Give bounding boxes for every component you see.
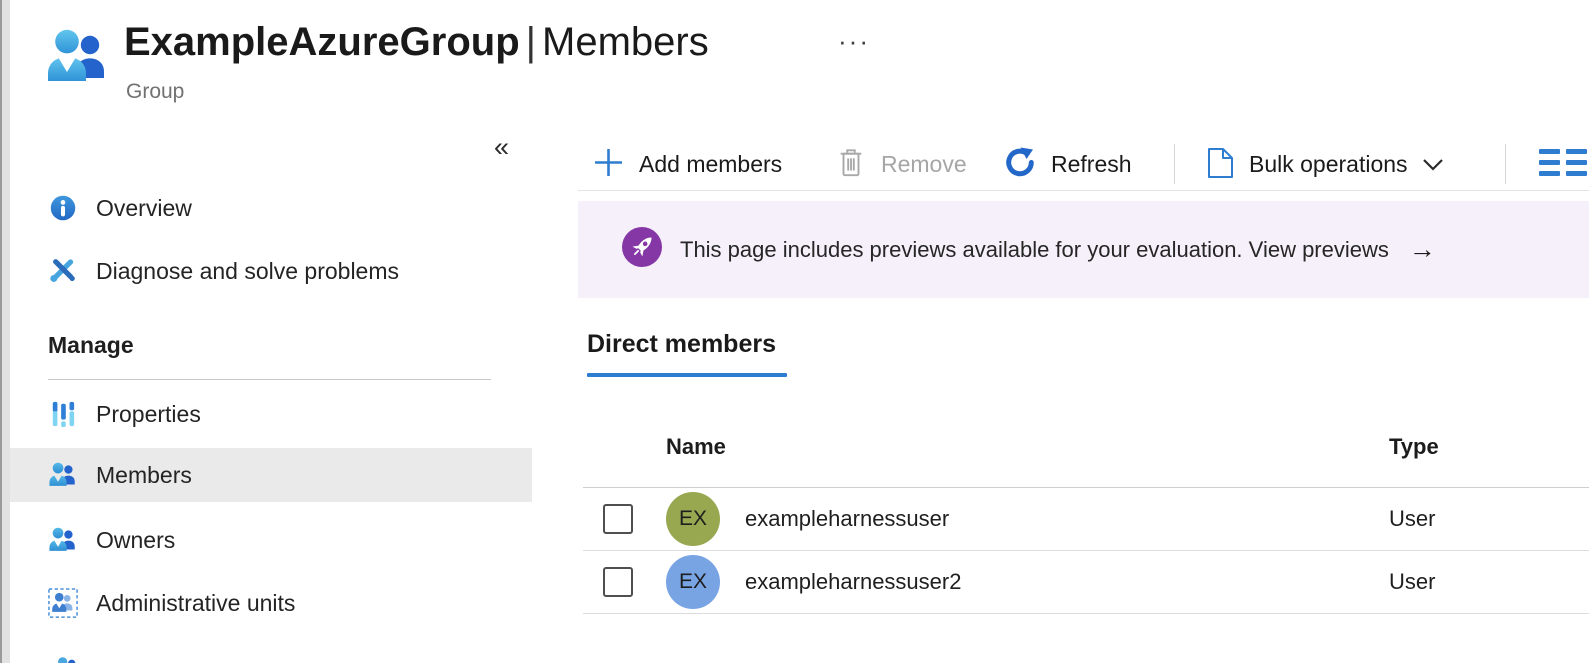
chevron-down-icon [1422, 158, 1444, 171]
sidebar-item-members[interactable]: Members [10, 448, 532, 502]
row-checkbox[interactable] [603, 567, 633, 597]
refresh-button[interactable]: Refresh [1004, 138, 1132, 190]
sidebar-item-label: Owners [96, 527, 175, 554]
column-header-type[interactable]: Type [1389, 434, 1439, 460]
tab-direct-members[interactable]: Direct members [587, 330, 787, 377]
banner-message: This page includes previews available fo… [680, 237, 1389, 263]
bulk-operations-button[interactable]: Bulk operations [1207, 138, 1444, 190]
sidebar-item-properties[interactable]: Properties [10, 388, 532, 440]
sidebar-section-divider [48, 379, 491, 380]
more-menu-button[interactable]: ··· [838, 26, 870, 57]
info-icon [48, 193, 78, 223]
trash-icon [836, 147, 866, 182]
member-type: User [1389, 506, 1435, 532]
sidebar-item-owners[interactable]: Owners [10, 514, 532, 566]
sidebar-item-partial-icon [54, 655, 80, 663]
remove-label: Remove [881, 151, 967, 178]
window-scrollbar[interactable] [0, 0, 10, 663]
document-icon [1207, 147, 1234, 182]
page-title-section: Members [542, 20, 709, 64]
sidebar-section-manage: Manage [48, 332, 134, 359]
resource-type-label: Group [126, 80, 184, 104]
plus-icon [593, 147, 624, 181]
tools-icon [48, 256, 78, 286]
table-header-row: Name Type [583, 430, 1589, 488]
administrative-units-icon [48, 588, 78, 618]
page-title: ExampleAzureGroup|Members [124, 20, 709, 65]
command-bar-divider [578, 190, 1589, 191]
sidebar-item-overview[interactable]: Overview [10, 182, 532, 234]
toolbar-divider [1174, 144, 1175, 184]
refresh-icon [1004, 147, 1036, 182]
arrow-right-icon[interactable]: → [1409, 234, 1436, 265]
owners-icon [48, 525, 78, 555]
bulk-operations-label: Bulk operations [1249, 151, 1408, 178]
toolbar-divider [1505, 144, 1506, 184]
columns-icon [1539, 149, 1588, 179]
members-table: Name Type EX exampleharnessuser User EX … [583, 430, 1589, 614]
remove-button[interactable]: Remove [836, 138, 967, 190]
view-previews-link[interactable]: View previews [1249, 237, 1389, 262]
sidebar-collapse-button[interactable]: « [494, 132, 509, 163]
group-members-page: ExampleAzureGroup|Members ··· Group « Ov… [0, 0, 1589, 663]
table-row[interactable]: EX exampleharnessuser User [583, 488, 1589, 551]
properties-icon [48, 399, 78, 429]
columns-button[interactable] [1539, 138, 1588, 190]
page-title-group-name: ExampleAzureGroup [124, 20, 520, 64]
avatar: EX [666, 555, 720, 609]
group-icon [45, 26, 111, 93]
sidebar-item-label: Diagnose and solve problems [96, 258, 399, 285]
table-row[interactable]: EX exampleharnessuser2 User [583, 551, 1589, 614]
add-members-button[interactable]: Add members [593, 138, 782, 190]
sidebar-item-label: Properties [96, 401, 201, 428]
column-header-name[interactable]: Name [666, 434, 726, 460]
sidebar-item-diagnose[interactable]: Diagnose and solve problems [10, 245, 532, 297]
sidebar-item-label: Members [96, 462, 192, 489]
add-members-label: Add members [639, 151, 782, 178]
preview-banner: This page includes previews available fo… [578, 201, 1589, 298]
member-name[interactable]: exampleharnessuser [745, 506, 949, 532]
refresh-label: Refresh [1051, 151, 1132, 178]
rocket-icon [622, 227, 662, 272]
sidebar-item-label: Administrative units [96, 590, 295, 617]
page-title-separator: | [520, 20, 542, 64]
tab-active-indicator [587, 373, 787, 377]
tab-label: Direct members [587, 330, 787, 359]
member-name[interactable]: exampleharnessuser2 [745, 569, 961, 595]
sidebar-item-label: Overview [96, 195, 192, 222]
row-checkbox[interactable] [603, 504, 633, 534]
member-type: User [1389, 569, 1435, 595]
avatar: EX [666, 492, 720, 546]
members-icon [48, 460, 78, 490]
sidebar-item-administrative-units[interactable]: Administrative units [10, 577, 532, 629]
